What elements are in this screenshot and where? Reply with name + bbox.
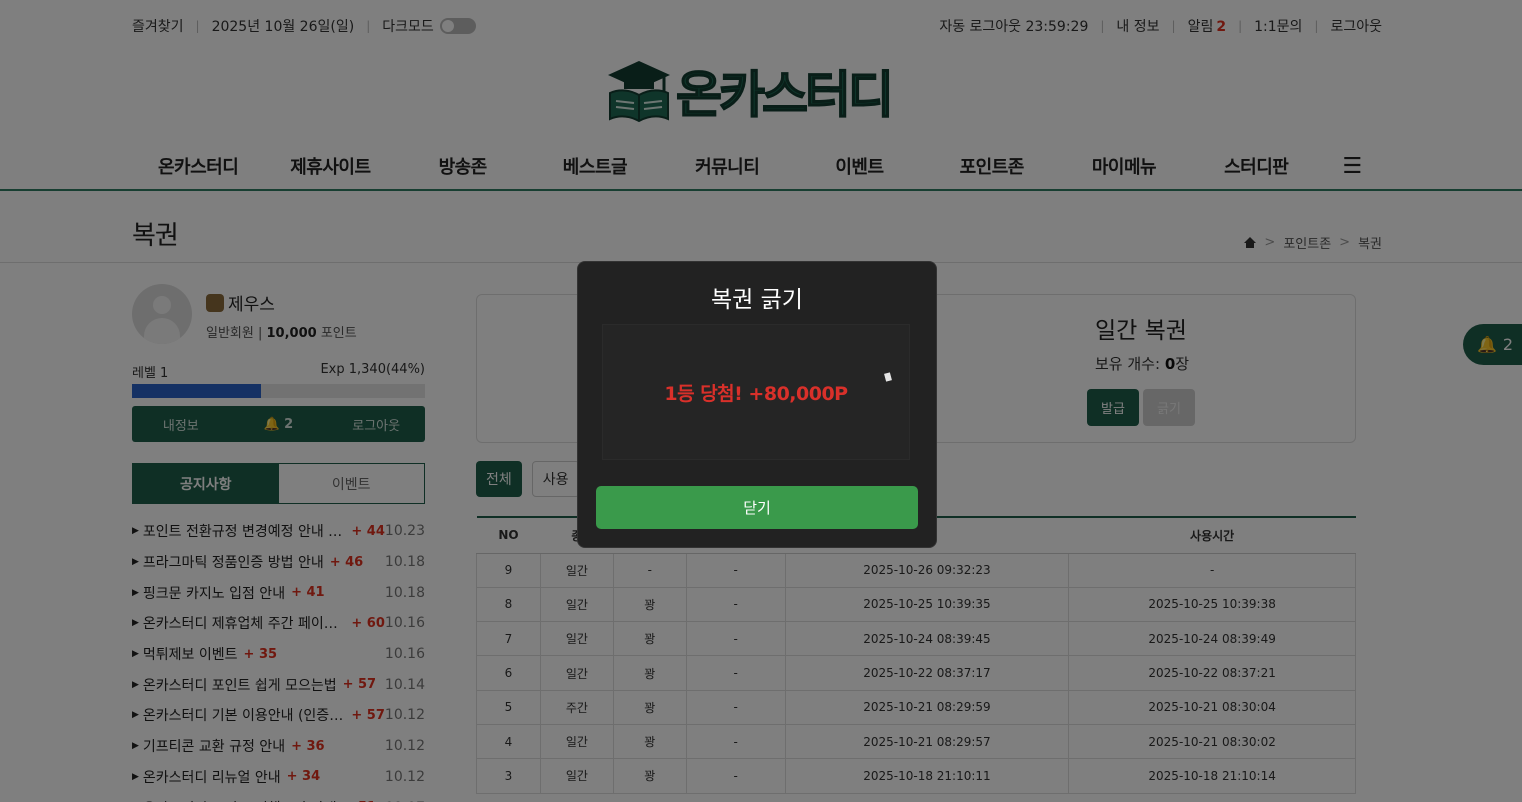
modal-title: 복권 긁기: [711, 287, 803, 313]
scratch-result: 1등 당첨! +80,000P: [664, 383, 848, 405]
scratch-modal: 복권 긁기 1등 당첨! +80,000P 닫기: [577, 261, 937, 548]
close-button[interactable]: 닫기: [596, 486, 918, 529]
scratch-area[interactable]: 1등 당첨! +80,000P: [602, 324, 910, 460]
scratch-residue-icon: [884, 372, 892, 382]
